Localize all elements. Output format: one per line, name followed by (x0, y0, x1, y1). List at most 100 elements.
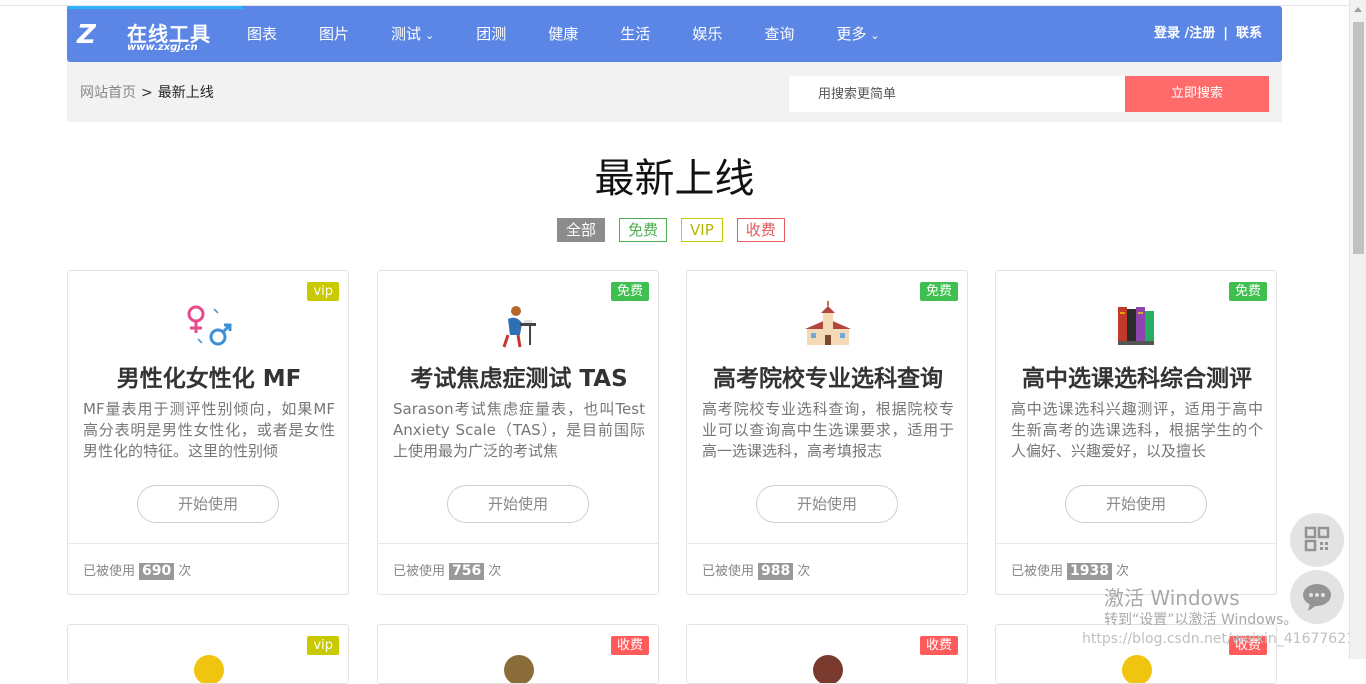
breadcrumb-separator: > (141, 85, 153, 101)
usage-stats: 已被使用 756 次 (393, 560, 501, 580)
card-description: Sarason考试焦虑症量表，也叫Test Anxiety Scale（TAS）… (393, 400, 645, 460)
nav-item-life[interactable]: 生活 (620, 6, 650, 62)
start-button[interactable]: 开始使用 (756, 485, 898, 523)
breadcrumb-home-link[interactable]: 网站首页 (80, 85, 136, 101)
paid-badge: 收费 (919, 636, 958, 655)
contact-link[interactable]: 联系 (1236, 26, 1262, 41)
nav-item-more[interactable]: 更多 ⌄ (836, 6, 879, 62)
top-navbar: Z 在线工具 www.zxgj.cn 图表 图片 测试 ⌄ 团测 健康 生活 娱乐… (67, 6, 1282, 62)
usage-prefix: 已被使用 (393, 564, 446, 579)
qr-code-button[interactable] (1290, 513, 1344, 567)
filter-paid[interactable]: 收费 (736, 218, 785, 242)
paid-badge: 收费 (610, 636, 649, 655)
tool-icon (813, 655, 843, 683)
student-at-desk-icon (502, 306, 536, 348)
search-button[interactable]: 立即搜索 (1125, 76, 1269, 112)
nav-item-label: 健康 (548, 25, 579, 43)
filter-tabs: 全部 免费 VIP 收费 (557, 218, 799, 242)
card-title: 高中选课选科综合测评 (1022, 366, 1252, 392)
tool-icon (1122, 655, 1152, 683)
free-badge: 免费 (919, 282, 958, 301)
tool-card[interactable]: 收费 (686, 624, 968, 684)
scroll-up-arrow-icon[interactable] (1354, 7, 1362, 12)
nav-item-label: 图表 (247, 25, 278, 43)
scrollbar-thumb[interactable] (1353, 22, 1364, 254)
windows-activation-hint: 转到“设置”以激活 Windows。 (1104, 612, 1298, 628)
windows-activation-title: 激活 Windows (1104, 586, 1240, 610)
nav-item-label: 查询 (764, 25, 795, 43)
tool-card[interactable]: vip 男性化女性化 MF MF量表用于测评性别倾向，如果MF高分表明是男性女性… (67, 270, 349, 595)
usage-prefix: 已被使用 (1011, 564, 1064, 579)
usage-count: 690 (139, 563, 175, 580)
logo-accent-bar (67, 6, 243, 9)
usage-stats: 已被使用 690 次 (83, 560, 191, 580)
main-menu: 图表 图片 测试 ⌄ 团测 健康 生活 娱乐 查询 更多 ⌄ (247, 6, 922, 62)
nav-item-health[interactable]: 健康 (548, 6, 578, 62)
card-title: 考试焦虑症测试 TAS (410, 366, 628, 392)
filter-free[interactable]: 免费 (619, 218, 668, 242)
start-button[interactable]: 开始使用 (1065, 485, 1207, 523)
nav-divider: | (1223, 26, 1228, 41)
tool-card[interactable]: vip (67, 624, 349, 684)
qr-code-icon (1304, 526, 1330, 552)
school-building-icon (805, 301, 851, 345)
nav-item-label: 娱乐 (692, 25, 723, 43)
vip-badge: vip (307, 636, 339, 655)
nav-item-charts[interactable]: 图表 (247, 6, 277, 62)
filter-vip[interactable]: VIP (681, 218, 723, 242)
free-badge: 免费 (610, 282, 649, 301)
card-footer: 已被使用 756 次 (378, 543, 658, 594)
tool-icon (504, 655, 534, 683)
vertical-scrollbar[interactable] (1349, 0, 1366, 659)
card-footer: 已被使用 690 次 (68, 543, 348, 594)
nav-item-label: 图片 (319, 25, 350, 43)
nav-item-label: 团测 (476, 25, 507, 43)
nav-item-query[interactable]: 查询 (764, 6, 794, 62)
logo-mark-icon: Z (77, 20, 96, 50)
vip-badge: vip (307, 282, 339, 301)
card-description: 高考院校专业选科查询，根据院校专业可以查询高中生选课要求，适用于高一选课选科，高… (702, 400, 954, 460)
nav-right: 登录 /注册 | 联系 (1154, 6, 1262, 62)
books-icon (1118, 307, 1154, 345)
tool-card[interactable]: 免费 高中选课选科综合测评 高中选课选科兴趣测评，适用于高中生新高考的选课选科，… (995, 270, 1277, 595)
free-badge: 免费 (1228, 282, 1267, 301)
usage-prefix: 已被使用 (83, 564, 136, 579)
usage-prefix: 已被使用 (702, 564, 755, 579)
usage-suffix: 次 (797, 564, 811, 579)
chevron-down-icon: ⌄ (870, 29, 880, 42)
chat-button[interactable] (1290, 570, 1344, 624)
login-register-link[interactable]: 登录 /注册 (1154, 26, 1215, 41)
breadcrumb-bar: 网站首页 >最新上线 立即搜索 (67, 62, 1282, 122)
card-footer: 已被使用 988 次 (687, 543, 967, 594)
nav-item-label: 生活 (620, 25, 651, 43)
start-button[interactable]: 开始使用 (447, 485, 589, 523)
tool-card[interactable]: 免费 高考院校专业选科查询 高考院校专业选科查询，根据院校专业可以查询高中生选课… (686, 270, 968, 595)
usage-count: 756 (449, 563, 485, 580)
usage-count: 988 (758, 563, 794, 580)
chat-bubble-icon (1303, 584, 1331, 611)
chevron-down-icon: ⌄ (425, 29, 435, 42)
start-button[interactable]: 开始使用 (137, 485, 279, 523)
card-description: MF量表用于测评性别倾向，如果MF高分表明是男性女性化，或者是女性男性化的特征。… (83, 400, 335, 460)
usage-suffix: 次 (1115, 564, 1129, 579)
source-url-watermark: https://blog.csdn.net/weixin_41677621 (1082, 631, 1356, 647)
nav-item-group-tests[interactable]: 团测 (476, 6, 506, 62)
nav-item-images[interactable]: 图片 (319, 6, 349, 62)
card-description: 高中选课选科兴趣测评，适用于高中生新高考的选课选科，根据学生的个人偏好、兴趣爱好… (1011, 400, 1263, 460)
search-input[interactable] (789, 76, 1125, 112)
usage-count: 1938 (1067, 563, 1112, 580)
logo-url: www.zxgj.cn (127, 42, 198, 53)
nav-item-tests[interactable]: 测试 ⌄ (391, 6, 434, 62)
gender-symbols-icon (187, 305, 232, 346)
nav-item-label: 更多 (836, 25, 867, 43)
card-title: 男性化女性化 MF (116, 366, 302, 392)
tool-card[interactable]: 收费 (377, 624, 659, 684)
nav-item-label: 测试 (391, 25, 422, 43)
usage-stats: 已被使用 988 次 (702, 560, 810, 580)
site-logo[interactable]: Z 在线工具 www.zxgj.cn (67, 6, 243, 54)
tool-card[interactable]: 免费 考试焦虑症测试 TAS Sarason考试焦虑症量表，也叫Test Anx… (377, 270, 659, 595)
usage-suffix: 次 (178, 564, 192, 579)
filter-all[interactable]: 全部 (557, 218, 606, 242)
nav-item-entertainment[interactable]: 娱乐 (692, 6, 722, 62)
card-title: 高考院校专业选科查询 (713, 366, 943, 392)
